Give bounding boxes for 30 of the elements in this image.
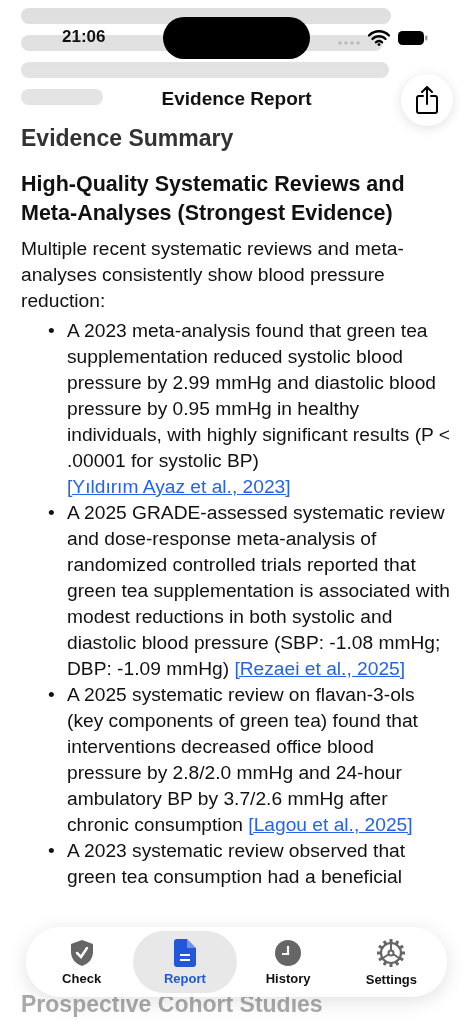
tab[interactable]: Settings (339, 931, 443, 993)
citation-link[interactable]: [Rezaei et al., 2025] (234, 658, 406, 679)
section-heading: Prospective Cohort Studies (21, 990, 324, 1019)
bullet-item: A 2023 systematic review observed that green tea consumption had a beneficial (67, 839, 407, 889)
citation-link[interactable]: [Lagou et al., 2025] (248, 814, 413, 835)
bullet-item: A 2025 systematic review on flavan-3-ols (key components of green tea) found that interventions decreased office blood pressure by 2.8/2.0 mmHg and 24-hour ambulatory BP by 3.7/2.6 mmHg after chronic consumption [Lagou et al., 2025] (67, 683, 419, 837)
citation-link[interactable]: [Yıldırım Ayaz et al., 2023] (67, 476, 291, 497)
battery-icon (398, 31, 428, 45)
wifi-icon (368, 30, 390, 46)
share-icon (416, 86, 438, 114)
bullet-marker: • (48, 683, 56, 707)
bullet-marker: • (48, 319, 56, 343)
share-button[interactable] (401, 74, 453, 126)
shield-check-icon (69, 938, 94, 967)
paragraph: Multiple recent systematic reviews and meta-analyses consistently show blood pressure reduction: (21, 237, 405, 313)
bullet-item: A 2025 GRADE-assessed systematic review and dose-response meta-analysis of randomized controlled trials reported that green tea supplementation is associated with modest reductions in both systolic and diastolic blood pressure (SBP: -1.08 mmHg; DBP: -1.09 mmHg) [Rezaei et al., 2025] (67, 501, 451, 681)
tab[interactable]: Check (30, 931, 134, 993)
bullet-item: A 2023 meta-analysis found that green tea supplementation reduced systolic blood pressure by 2.99 mmHg and diastolic blood pressure by 0.95 mmHg in healthy individuals, with highly significant results (P < .00001 for systolic BP) [Yıldırım Ayaz et al., 2023] (67, 319, 451, 499)
section-heading: Evidence Summary (21, 124, 235, 153)
document-icon (173, 938, 196, 967)
signal-icon (338, 41, 362, 45)
subsection-heading: High-Quality Systematic Reviews and Meta-Analyses (Strongest Evidence) (21, 171, 406, 227)
status-time: 21:06 (62, 27, 106, 47)
tab[interactable]: Report (133, 931, 237, 993)
gear-icon (376, 937, 407, 968)
bullet-marker: • (48, 839, 56, 863)
tab[interactable]: History (236, 931, 340, 993)
nav-title: Evidence Report (161, 88, 312, 110)
clock-icon (274, 938, 303, 967)
bullet-marker: • (48, 501, 56, 525)
